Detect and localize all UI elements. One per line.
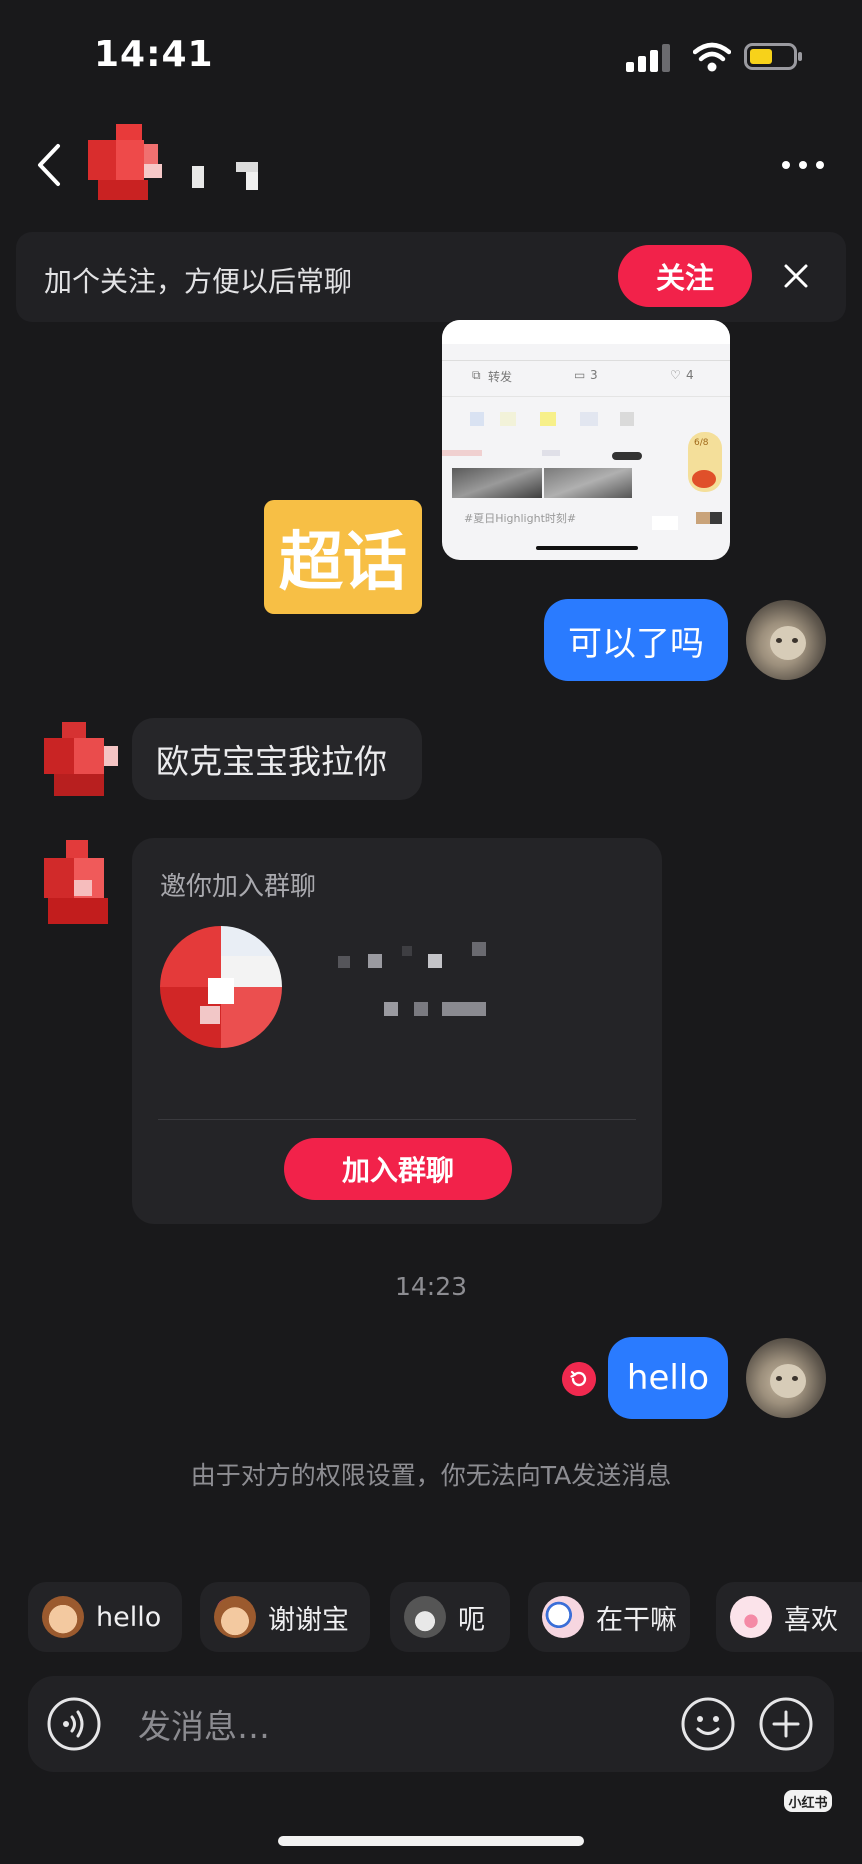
hashtag-text: #夏日Highlight时刻# — [464, 512, 577, 525]
page-indicator: 6/8 — [694, 438, 709, 448]
share-label: 转发 — [488, 370, 513, 384]
magnifier-face-icon — [542, 1596, 584, 1638]
follow-banner-text: 加个关注，方便以后常聊 — [44, 265, 353, 298]
brand-watermark: 小红书 — [784, 1790, 832, 1812]
outgoing-message-bubble[interactable]: 可以了吗 — [544, 599, 728, 681]
outgoing-message-bubble[interactable]: hello — [608, 1337, 728, 1419]
join-group-button[interactable]: 加入群聊 — [284, 1138, 512, 1200]
quick-reply-what-doing[interactable]: 在干嘛 — [528, 1582, 690, 1652]
back-button[interactable] — [30, 140, 70, 190]
group-avatar — [160, 926, 282, 1048]
battery-icon — [744, 43, 802, 70]
quick-reply-thanks[interactable]: 谢谢宝 — [200, 1582, 370, 1652]
wifi-icon — [693, 42, 731, 72]
voice-input-icon[interactable] — [46, 1696, 102, 1752]
quick-reply-label: 谢谢宝 — [268, 1604, 349, 1636]
like-count: 4 — [686, 368, 694, 382]
add-icon[interactable] — [758, 1696, 814, 1752]
monkey-flower-icon — [214, 1596, 256, 1638]
quick-reply-label: 喜欢 — [784, 1604, 838, 1636]
contact-avatar-small[interactable] — [44, 840, 120, 926]
group-invite-title: 邀你加入群聊 — [160, 872, 317, 902]
more-options-icon[interactable] — [778, 150, 828, 180]
close-icon[interactable] — [778, 258, 814, 294]
quick-reply-label: hello — [96, 1601, 162, 1633]
group-name — [338, 940, 488, 1020]
monkey-face-icon — [42, 1596, 84, 1638]
cellular-signal-icon — [626, 44, 670, 72]
contact-avatar[interactable] — [88, 124, 178, 202]
contact-avatar-small[interactable] — [44, 722, 120, 798]
home-indicator — [278, 1836, 584, 1846]
quick-reply-label: 呃 — [458, 1604, 485, 1636]
quick-reply-hello[interactable]: hello — [28, 1582, 182, 1652]
shared-screenshot-image[interactable]: ⧉ 转发 ▭ 3 ♡ 4 6/8 #夏日Highlight时刻# — [442, 320, 730, 560]
contact-name[interactable] — [192, 162, 272, 190]
status-time: 14:41 — [94, 34, 214, 75]
divider — [158, 1119, 636, 1120]
self-avatar[interactable] — [746, 1338, 826, 1418]
emoji-icon[interactable] — [680, 1696, 736, 1752]
like-icon: ♡ — [670, 368, 681, 382]
follow-button[interactable]: 关注 — [618, 245, 752, 307]
pig-face-icon — [730, 1596, 772, 1638]
share-icon: ⧉ — [472, 368, 481, 382]
permission-notice: 由于对方的权限设置，你无法向TA发送消息 — [190, 1461, 672, 1490]
comment-count: 3 — [590, 368, 598, 382]
incoming-message-bubble[interactable]: 欧克宝宝我拉你 — [132, 718, 422, 800]
cat-face-icon — [404, 1596, 446, 1638]
chaohua-sticker[interactable]: 超话 — [264, 500, 422, 614]
comment-icon: ▭ — [574, 368, 586, 382]
self-avatar[interactable] — [746, 600, 826, 680]
resend-icon[interactable] — [562, 1362, 596, 1396]
quick-reply-like[interactable]: 喜欢 — [716, 1582, 862, 1652]
message-timestamp: 14:23 — [394, 1272, 468, 1301]
message-input[interactable] — [136, 1700, 660, 1752]
quick-reply-label: 在干嘛 — [596, 1604, 677, 1636]
quick-reply-uh[interactable]: 呃 — [390, 1582, 510, 1652]
